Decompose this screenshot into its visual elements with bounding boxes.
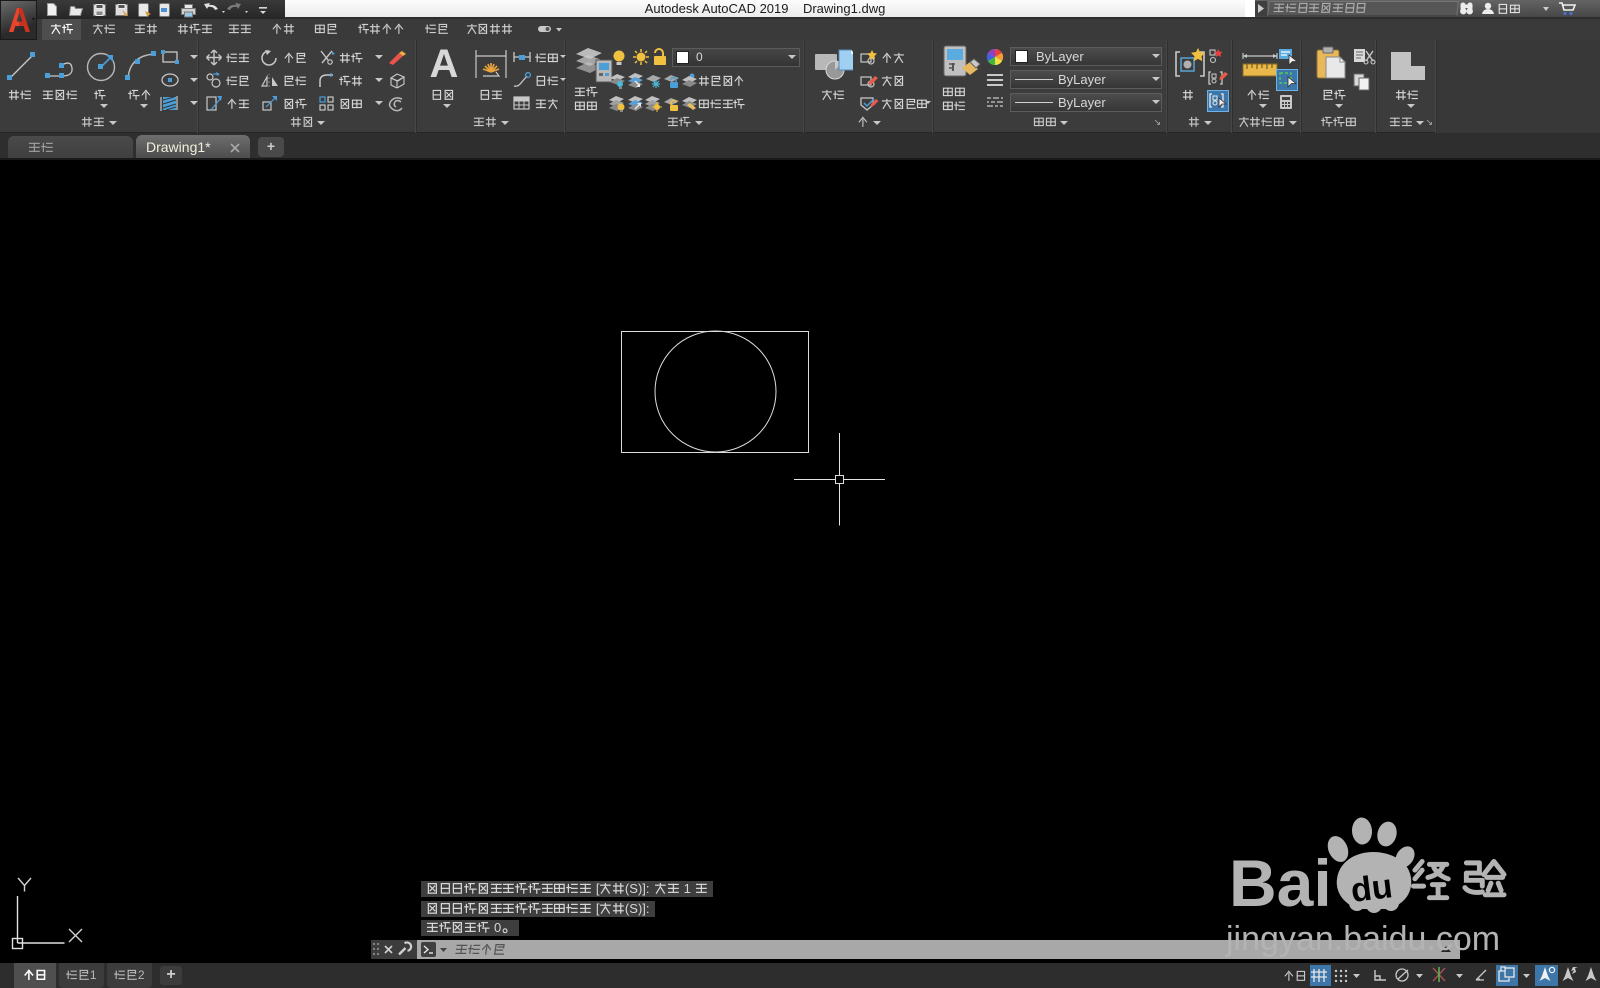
svg-text:Bai: Bai	[1229, 846, 1332, 920]
svg-text:jingyan.baidu.com: jingyan.baidu.com	[1225, 920, 1500, 958]
svg-text:du: du	[1349, 867, 1395, 910]
